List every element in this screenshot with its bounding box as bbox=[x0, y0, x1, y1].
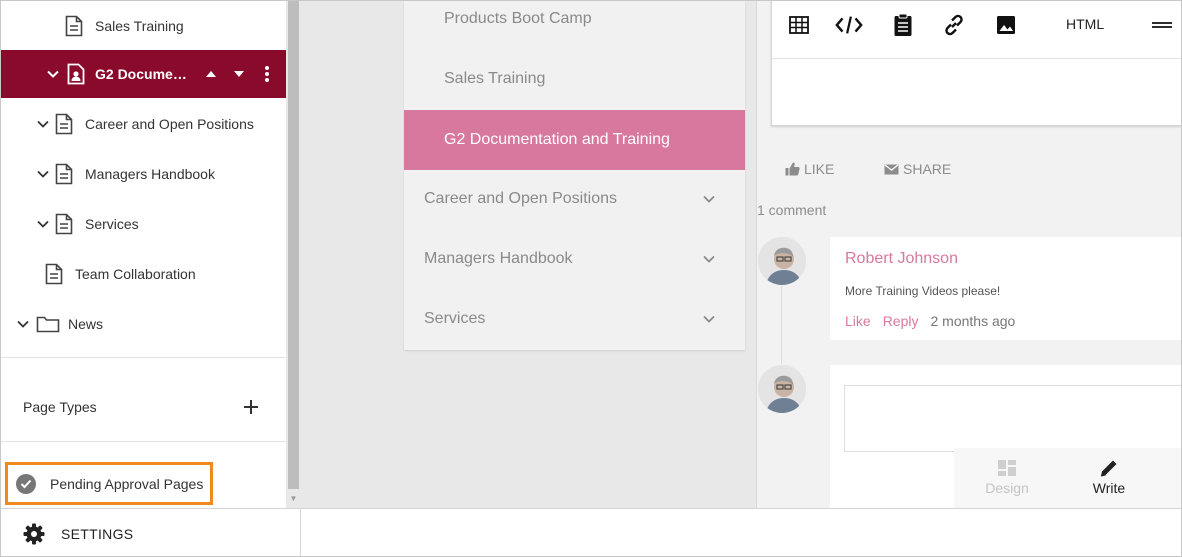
nav-item-sales-training[interactable]: Sales Training bbox=[404, 49, 745, 109]
write-mode-button[interactable]: Write bbox=[1059, 456, 1159, 502]
thumbs-up-icon bbox=[785, 162, 800, 176]
html-mode-button[interactable]: HTML bbox=[1066, 16, 1104, 32]
image-icon[interactable] bbox=[992, 12, 1020, 38]
add-page-type-icon[interactable] bbox=[242, 398, 260, 416]
comment-timestamp: 2 months ago bbox=[930, 313, 1016, 329]
link-icon[interactable] bbox=[940, 12, 968, 38]
scroll-down-arrow-icon[interactable]: ▼ bbox=[286, 491, 301, 506]
comment-input[interactable] bbox=[844, 385, 1181, 452]
tree-item-career[interactable]: Career and Open Positions bbox=[1, 99, 286, 149]
move-down-icon[interactable] bbox=[230, 65, 248, 83]
tree-item-sales-training[interactable]: Sales Training bbox=[1, 1, 286, 51]
document-user-icon bbox=[67, 63, 85, 85]
code-icon[interactable] bbox=[835, 12, 863, 38]
document-icon bbox=[65, 15, 83, 37]
tree-item-g2-documentation[interactable]: G2 Document... bbox=[1, 50, 286, 98]
chevron-down-icon[interactable] bbox=[701, 311, 717, 327]
tree-item-label: G2 Document... bbox=[95, 66, 195, 82]
tree-item-managers-handbook[interactable]: Managers Handbook bbox=[1, 149, 286, 199]
like-label: LIKE bbox=[804, 161, 835, 177]
tree-item-news[interactable]: News bbox=[1, 299, 286, 349]
chevron-down-icon[interactable] bbox=[35, 216, 51, 232]
nav-item-label: Career and Open Positions bbox=[424, 190, 617, 207]
document-icon bbox=[55, 113, 73, 135]
share-button[interactable]: SHARE bbox=[884, 161, 951, 177]
table-icon[interactable] bbox=[785, 12, 813, 38]
nav-item-label: Managers Handbook bbox=[424, 250, 573, 267]
tree-item-label: Managers Handbook bbox=[85, 166, 215, 182]
bottom-bar: SETTINGS bbox=[1, 508, 1181, 556]
menu-icon[interactable] bbox=[1148, 12, 1176, 38]
nav-item-label: G2 Documentation and Training bbox=[444, 131, 670, 148]
gear-icon bbox=[23, 523, 45, 545]
tree-item-services[interactable]: Services bbox=[1, 199, 286, 249]
settings-button[interactable]: SETTINGS bbox=[1, 509, 301, 556]
tree-item-label: Career and Open Positions bbox=[85, 116, 254, 132]
divider bbox=[756, 1, 757, 508]
tree-item-label: Team Collaboration bbox=[75, 266, 196, 282]
like-button[interactable]: LIKE bbox=[785, 161, 834, 177]
nav-item-label: Products Boot Camp bbox=[444, 10, 592, 27]
document-icon bbox=[55, 213, 73, 235]
rich-text-editor: HTML bbox=[771, 1, 1181, 126]
design-label: Design bbox=[985, 480, 1029, 496]
page-navigation-panel: Products Boot Camp Sales Training G2 Doc… bbox=[404, 1, 745, 350]
comment-like-link[interactable]: Like bbox=[845, 313, 871, 329]
comment-text: More Training Videos please! bbox=[845, 284, 1001, 298]
comment-count: 1 comment bbox=[757, 202, 827, 218]
page-types-section[interactable]: Page Types bbox=[1, 382, 286, 432]
folder-icon bbox=[36, 315, 60, 333]
tree-item-label: Services bbox=[85, 216, 139, 232]
pending-label: Pending Approval Pages bbox=[50, 475, 204, 492]
scrollbar-thumb[interactable] bbox=[288, 1, 299, 489]
write-label: Write bbox=[1092, 480, 1126, 496]
nav-item-products-boot-camp[interactable]: Products Boot Camp bbox=[404, 1, 745, 49]
clipboard-icon[interactable] bbox=[889, 12, 917, 38]
dashboard-icon bbox=[998, 456, 1016, 480]
chevron-down-icon[interactable] bbox=[35, 166, 51, 182]
share-label: SHARE bbox=[903, 161, 952, 177]
mail-icon bbox=[884, 163, 899, 174]
nav-item-services[interactable]: Services bbox=[404, 289, 745, 349]
nav-item-g2-documentation[interactable]: G2 Documentation and Training bbox=[404, 110, 745, 170]
divider bbox=[1, 357, 286, 358]
editor-mode-bar: Design Write bbox=[954, 448, 1181, 508]
document-icon bbox=[45, 263, 63, 285]
comment-reply-link[interactable]: Reply bbox=[883, 313, 919, 329]
chevron-down-icon[interactable] bbox=[35, 116, 51, 132]
move-up-icon[interactable] bbox=[202, 65, 220, 83]
tree-item-team-collaboration[interactable]: Team Collaboration bbox=[1, 249, 286, 299]
document-icon bbox=[55, 163, 73, 185]
settings-label: SETTINGS bbox=[61, 526, 134, 542]
pending-approval-pages[interactable]: Pending Approval Pages bbox=[5, 462, 213, 505]
chevron-down-icon[interactable] bbox=[45, 66, 61, 82]
app-window: Sales Training G2 Document... Career and… bbox=[0, 0, 1182, 557]
tree-item-label: Sales Training bbox=[95, 18, 184, 34]
divider bbox=[1, 441, 286, 442]
editor-toolbar: HTML bbox=[772, 1, 1181, 59]
pencil-icon bbox=[1099, 456, 1119, 480]
more-options-icon[interactable] bbox=[258, 65, 276, 83]
nav-item-label: Services bbox=[424, 310, 486, 327]
nav-item-label: Sales Training bbox=[444, 70, 546, 87]
chevron-down-icon[interactable] bbox=[701, 251, 717, 267]
comment-author[interactable]: Robert Johnson bbox=[845, 250, 958, 268]
tree-item-label: News bbox=[68, 316, 104, 332]
sidebar-scrollbar[interactable]: ▼ bbox=[286, 1, 301, 508]
nav-item-career[interactable]: Career and Open Positions bbox=[404, 169, 745, 229]
thread-line bbox=[781, 286, 782, 364]
avatar bbox=[758, 365, 806, 413]
comment-actions: Like Reply 2 months ago bbox=[845, 313, 1015, 329]
design-mode-button[interactable]: Design bbox=[957, 456, 1057, 502]
chevron-down-icon[interactable] bbox=[15, 316, 31, 332]
comment-card: Robert Johnson More Training Videos plea… bbox=[830, 237, 1181, 340]
page-types-label: Page Types bbox=[23, 399, 97, 415]
chevron-down-icon[interactable] bbox=[701, 191, 717, 207]
sidebar: Sales Training G2 Document... Career and… bbox=[1, 1, 286, 508]
avatar[interactable] bbox=[758, 237, 806, 285]
nav-item-managers-handbook[interactable]: Managers Handbook bbox=[404, 229, 745, 289]
check-circle-icon bbox=[16, 473, 36, 494]
